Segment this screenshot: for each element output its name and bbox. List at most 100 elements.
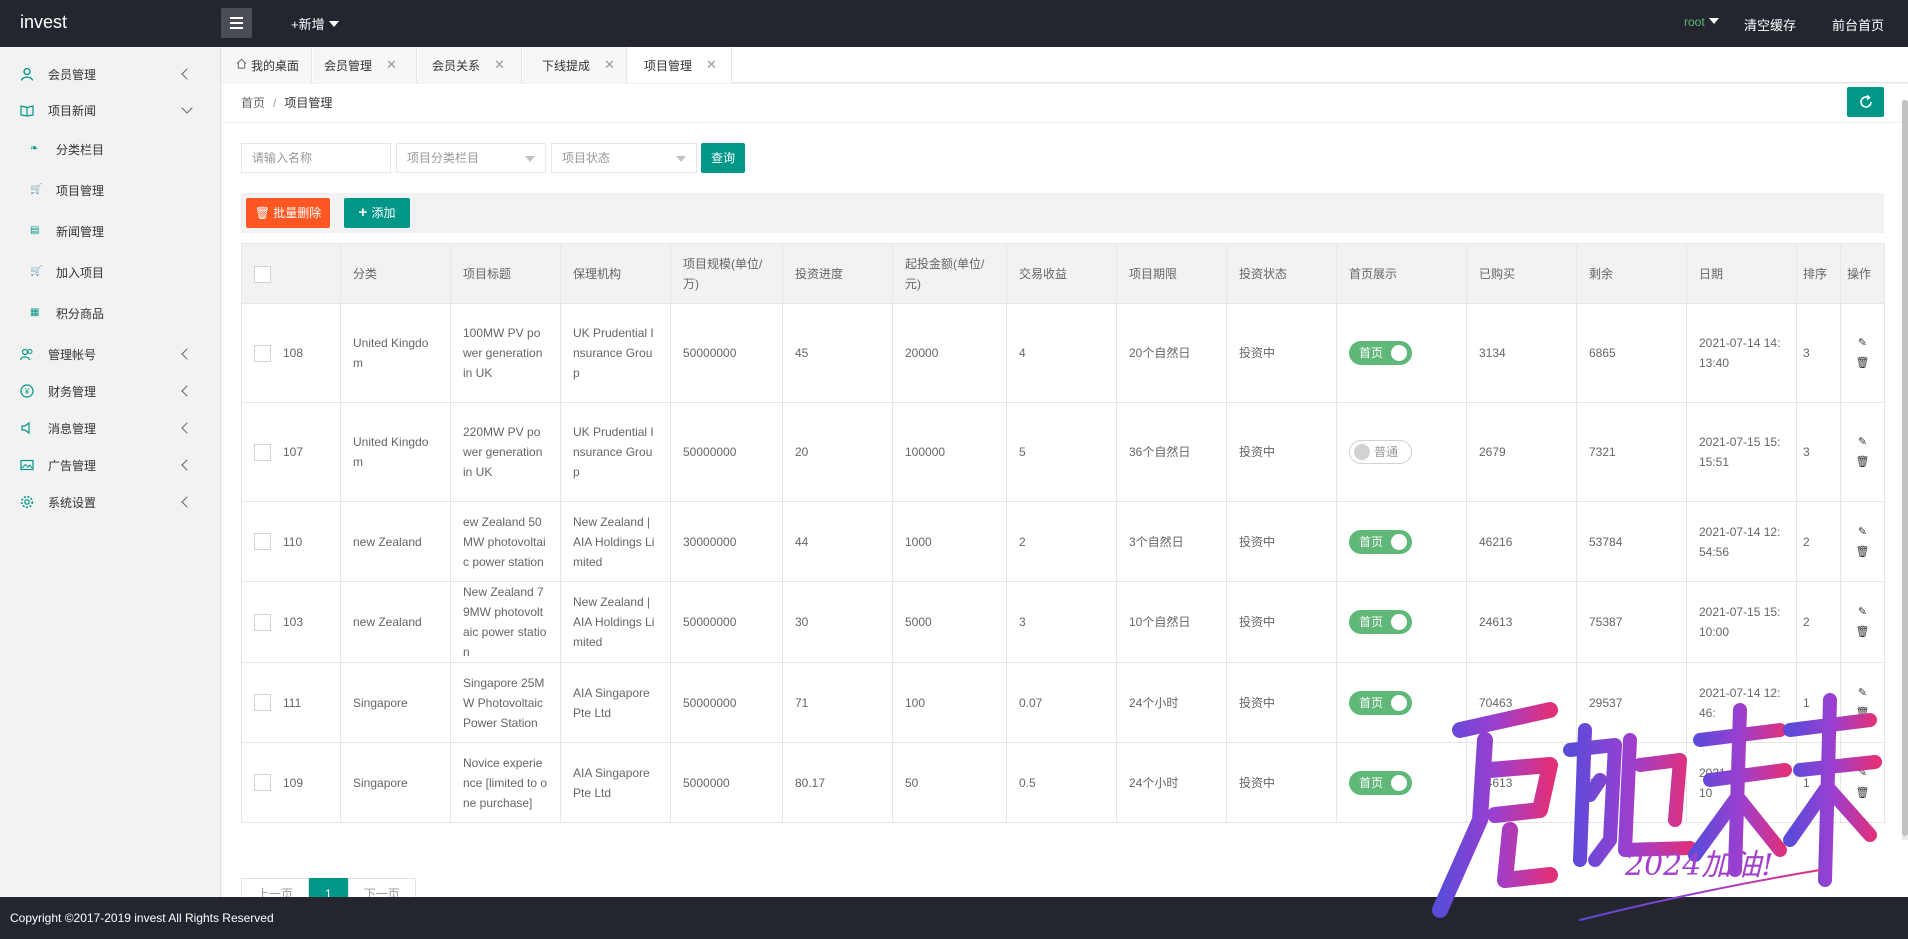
close-icon[interactable]: ✕ <box>604 57 615 73</box>
row-id: 111 <box>283 695 302 710</box>
trash-icon[interactable]: 🗑 <box>1845 452 1880 472</box>
column-header[interactable]: 已购买 <box>1466 243 1577 304</box>
row-select-cell: 103 <box>241 581 341 663</box>
edit-icon[interactable]: ✎ <box>1845 683 1880 703</box>
trash-icon[interactable]: 🗑 <box>1845 703 1880 723</box>
table-row: 103 new Zealand New Zealand 79MW photovolt… <box>241 581 1885 663</box>
column-header[interactable]: 交易收益 <box>1006 243 1117 304</box>
cell-term: 24个小时 <box>1116 662 1227 743</box>
select-all-checkbox[interactable] <box>254 265 271 283</box>
scrollbar-thumb[interactable] <box>1902 100 1908 836</box>
home-display-switch[interactable]: 首页 <box>1349 690 1412 715</box>
home-display-switch[interactable]: 普通 <box>1349 440 1412 464</box>
home-display-switch[interactable]: 首页 <box>1349 529 1412 554</box>
column-header[interactable]: 项目标题 <box>450 243 561 304</box>
column-header[interactable]: 保理机构 <box>560 243 671 304</box>
trash-icon[interactable]: 🗑 <box>1845 542 1880 562</box>
batch-delete-button[interactable]: 🗑 批量删除 <box>246 198 330 228</box>
trash-icon[interactable]: 🗑 <box>1845 353 1880 373</box>
sidebar-subitem-points-goods[interactable]: ▦ 积分商品 <box>0 295 221 331</box>
category-select[interactable]: 项目分类栏目 <box>396 143 546 173</box>
tab-members[interactable]: 会员管理 ✕ <box>313 47 417 83</box>
next-page-button[interactable]: 下一页 <box>347 878 416 897</box>
cell-title: 220MW PV power generation in UK <box>450 402 561 502</box>
cell-agency: AIA Singapore Pte Ltd <box>560 742 671 823</box>
batch-delete-label: 批量删除 <box>273 206 322 220</box>
close-icon[interactable]: ✕ <box>706 57 717 73</box>
front-home-link[interactable]: 前台首页 <box>1832 15 1884 34</box>
cell-yield: 5 <box>1006 402 1117 502</box>
refresh-button[interactable] <box>1847 87 1884 117</box>
cell-home-display: 首页 <box>1336 303 1467 403</box>
sidebar-item-settings[interactable]: 系统设置 <box>0 484 221 520</box>
sidebar-item-ads[interactable]: 广告管理 <box>0 447 221 483</box>
cell-remain: 53784 <box>1576 501 1687 582</box>
column-header[interactable]: 项目期限 <box>1116 243 1227 304</box>
brand-logo[interactable]: invest <box>20 12 67 33</box>
add-button[interactable]: + 添加 <box>344 198 410 228</box>
sidebar-subitem-news-manage[interactable]: ▤ 新闻管理 <box>0 213 221 249</box>
sidebar: 会员管理 项目新闻 ❧ 分类栏目 🛒 项目管理 ▤ 新闻管理 🛒 加入项目 ▦ … <box>0 47 221 897</box>
edit-icon[interactable]: ✎ <box>1845 602 1880 622</box>
column-header: 操作 <box>1840 243 1885 304</box>
query-button[interactable]: 查询 <box>701 143 745 173</box>
page-1-button[interactable]: 1 <box>309 878 348 897</box>
clear-cache-link[interactable]: 清空缓存 <box>1744 15 1796 34</box>
tab-desktop[interactable]: 我的桌面 <box>222 47 312 83</box>
sidebar-subitem-join-project[interactable]: 🛒 加入项目 <box>0 254 221 290</box>
cart-icon: 🛒 <box>30 266 43 277</box>
tab-project-manage[interactable]: 项目管理 ✕ <box>628 47 732 83</box>
home-display-switch[interactable]: 首页 <box>1349 770 1412 795</box>
column-header[interactable]: 投资状态 <box>1226 243 1337 304</box>
sidebar-item-finance[interactable]: ¥ 财务管理 <box>0 373 221 409</box>
sidebar-subitem-project-manage[interactable]: 🛒 项目管理 <box>0 172 221 208</box>
sidebar-item-messages[interactable]: 消息管理 <box>0 410 221 446</box>
trash-icon[interactable]: 🗑 <box>1845 783 1880 803</box>
trash-icon[interactable]: 🗑 <box>1845 622 1880 642</box>
user-menu[interactable]: root <box>1684 15 1719 29</box>
sidebar-subitem-label: 项目管理 <box>56 183 105 198</box>
row-id: 110 <box>283 534 303 549</box>
home-display-switch[interactable]: 首页 <box>1349 341 1412 365</box>
edit-icon[interactable]: ✎ <box>1845 333 1880 353</box>
column-header[interactable]: 日期 <box>1686 243 1797 304</box>
sidebar-item-project-news[interactable]: 项目新闻 <box>0 92 221 128</box>
row-select-cell: 108 <box>241 303 341 403</box>
row-checkbox[interactable] <box>254 694 271 712</box>
add-new-menu[interactable]: +新增 <box>291 14 339 33</box>
row-checkbox[interactable] <box>254 533 271 551</box>
prev-page-button[interactable]: 上一页 <box>241 878 310 897</box>
breadcrumb-current: 项目管理 <box>284 96 333 110</box>
column-header[interactable]: 起投金额(单位/元) <box>892 243 1007 304</box>
column-header[interactable]: 分类 <box>340 243 451 304</box>
cell-term: 24个小时 <box>1116 742 1227 823</box>
row-id: 103 <box>283 615 304 630</box>
tab-member-relations[interactable]: 会员关系 ✕ <box>418 47 522 83</box>
cell-sort: 3 <box>1796 303 1841 403</box>
edit-icon[interactable]: ✎ <box>1845 432 1880 452</box>
cell-title: New Zealand 79MW photovoltaic power stat… <box>450 581 561 663</box>
column-header[interactable]: 剩余 <box>1576 243 1687 304</box>
home-icon <box>236 58 247 72</box>
column-header[interactable]: 投资进度 <box>782 243 893 304</box>
close-icon[interactable]: ✕ <box>386 57 397 73</box>
close-icon[interactable]: ✕ <box>494 57 505 73</box>
edit-icon[interactable]: ✎ <box>1845 522 1880 542</box>
sidebar-subitem-category[interactable]: ❧ 分类栏目 <box>0 131 221 167</box>
row-checkbox[interactable] <box>254 613 271 631</box>
column-header[interactable]: 首页展示 <box>1336 243 1467 304</box>
sidebar-item-admin-accounts[interactable]: 管理帐号 <box>0 336 221 372</box>
status-select[interactable]: 项目状态 <box>551 143 697 173</box>
tab-downline-commission[interactable]: 下线提成 ✕ <box>523 47 627 83</box>
home-display-switch[interactable]: 首页 <box>1349 610 1412 634</box>
column-header[interactable]: 项目规模(单位/万) <box>670 243 783 304</box>
row-checkbox[interactable] <box>254 344 271 362</box>
breadcrumb-home[interactable]: 首页 <box>241 96 265 110</box>
menu-toggle-button[interactable] <box>221 8 252 38</box>
sidebar-item-members[interactable]: 会员管理 <box>0 56 221 92</box>
name-search-input[interactable]: 请输入名称 <box>241 143 391 173</box>
row-checkbox[interactable] <box>254 774 271 792</box>
column-header[interactable]: 排序 <box>1796 243 1841 304</box>
row-checkbox[interactable] <box>254 443 271 461</box>
edit-icon[interactable]: ✎ <box>1845 763 1880 783</box>
